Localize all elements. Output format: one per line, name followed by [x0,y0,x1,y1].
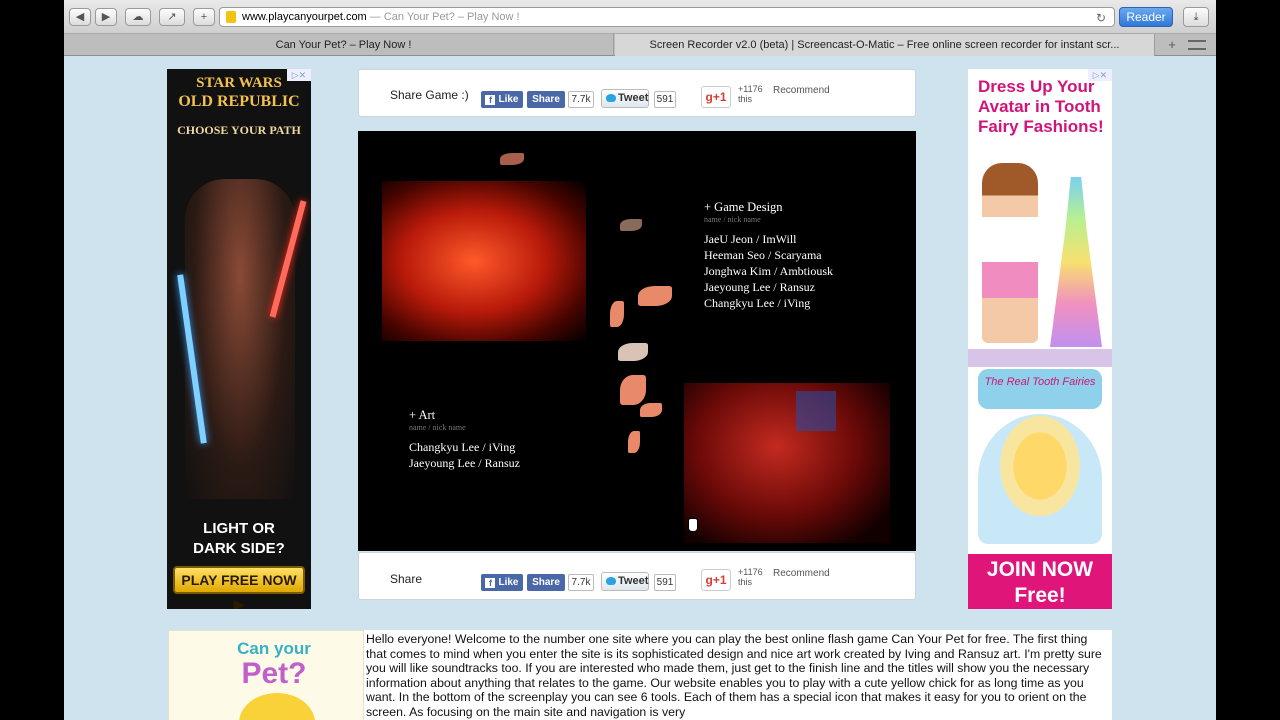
share-game-label: Share Game :) [390,88,469,102]
facebook-share-button[interactable]: Share [527,574,565,591]
tooth-fairies-logo: The Real Tooth Fairies [978,369,1102,409]
facebook-like-button[interactable]: f Like [481,91,523,108]
art-header: + Art [409,408,436,422]
rainbow-dress-image [1050,177,1102,347]
address-separator: — [366,11,384,23]
credit-line: Heeman Seo / Scaryama [704,248,822,262]
google-plus-button[interactable]: g+1 [701,86,731,108]
facebook-share-count: 7.7k [568,574,594,591]
star-wars-ad[interactable]: ▷✕ STAR WARS OLD REPUBLIC CHOOSE YOUR PA… [167,69,311,609]
tab-list-icon[interactable] [1188,40,1206,50]
share-bar-top: Share Game :) f Like Share 7.7k Tweet 591… [358,69,916,117]
facebook-icon: f [485,578,496,588]
petal-image [610,301,624,327]
google-plus-count: +1176 this [738,567,763,587]
ad-tagline: CHOOSE YOUR PATH [177,123,301,137]
hand-cursor-icon [688,518,698,532]
play-free-now-button[interactable]: PLAY FREE NOW ▶ [173,566,305,609]
downloads-button[interactable]: ⤓ [1183,7,1209,27]
facebook-share-button[interactable]: Share [527,91,565,108]
petal-image [638,286,672,306]
tweet-count: 591 [654,91,676,108]
google-plus-count: +1176 this [738,84,763,104]
game-thumbnail[interactable]: Can your Pet? [168,630,364,720]
credit-line: JaeU Jeon / ImWill [704,232,797,246]
thumbnail-line2: Pet? [241,657,307,690]
reload-icon[interactable]: ↻ [1096,9,1106,26]
credit-line: Jaeyoung Lee / Ransuz [704,280,815,294]
tooth-fairy-ad[interactable]: ▷✕ Dress Up Your Avatar in Tooth Fairy F… [968,69,1112,609]
tab-screen-recorder[interactable]: Screen Recorder v2.0 (beta) | Screencast… [615,34,1155,56]
ad-headline: Dress Up Your Avatar in Tooth Fairy Fash… [978,77,1104,136]
description-text: Hello everyone! Welcome to the number on… [366,632,1102,719]
back-button[interactable]: ◀ [69,8,91,26]
ad-title-line2: OLD REPUBLIC [178,93,300,110]
flash-game-canvas[interactable]: + Game Design name / nick name JaeU Jeon… [358,131,916,551]
art-credits: + Art name / nick name Changkyu Lee / iV… [409,407,520,471]
design-subheader: name / nick name [704,215,761,224]
credit-line: Jaeyoung Lee / Ransuz [409,456,520,470]
game-design-credits: + Game Design name / nick name JaeU Jeon… [704,199,833,311]
like-label: Like [498,577,519,588]
ad-light-or-dark: LIGHT OR DARK SIDE? [167,519,311,559]
ad-characters-image [185,179,295,499]
google-plus-button[interactable]: g+1 [701,569,731,591]
facebook-like-button[interactable]: f Like [481,574,523,591]
join-line1: JOIN NOW [986,558,1094,581]
description-section: Can your Pet? Hello everyone! Welcome to… [168,630,1112,720]
browser-toolbar: ◀ ▶ ☁ ↗ + www.playcanyourpet.com — Can Y… [64,0,1216,34]
forward-button[interactable]: ▶ [95,8,117,26]
petal-image [500,153,524,165]
recommend-label[interactable]: Recommend [773,568,830,579]
credit-line: Changkyu Lee / iVing [409,440,516,454]
petal-image [620,219,642,231]
facebook-share-count: 7.7k [568,91,594,108]
tab-bar: Can Your Pet? – Play Now ! Screen Record… [64,34,1216,56]
tweet-button[interactable]: Tweet [601,572,649,591]
avatar-girl-image [982,163,1038,343]
join-line2: Free! [1014,584,1066,607]
ad-title-line1: STAR WARS [196,75,282,91]
ad-light-line1: LIGHT OR [203,520,275,537]
yellow-chick-image [239,693,315,720]
page-content: ▷✕ STAR WARS OLD REPUBLIC CHOOSE YOUR PA… [64,57,1216,720]
browser-window: ◀ ▶ ☁ ↗ + www.playcanyourpet.com — Can Y… [64,0,1216,720]
fairy-image [978,414,1102,544]
art-subheader: name / nick name [409,423,466,432]
petal-image [628,431,640,453]
reader-button[interactable]: Reader [1119,7,1173,27]
petal-image [620,375,646,405]
petal-image [618,343,648,361]
add-bookmark-button[interactable]: + [193,8,215,26]
join-now-button[interactable]: JOIN NOW Free! [968,554,1112,609]
credit-line: Jonghwa Kim / Ambtiousk [704,264,834,278]
like-label: Like [498,94,519,105]
petal-image [640,403,662,417]
share-label: Share [390,572,423,586]
site-favicon-icon [226,11,236,23]
share-bar-bottom: Share f Like Share 7.7k Tweet 591 g+1 +11… [358,552,916,600]
tab-can-your-pet[interactable]: Can Your Pet? – Play Now ! [74,34,614,56]
ad-floor [968,349,1112,367]
red-art-image [382,181,586,341]
recommend-label[interactable]: Recommend [773,85,830,96]
tweet-count: 591 [654,574,676,591]
credit-line: Changkyu Lee / iVing [704,296,811,310]
tweet-button[interactable]: Tweet [601,89,649,108]
address-page-title: Can Your Pet? – Play Now ! [383,11,520,23]
address-url: www.playcanyourpet.com [242,11,367,23]
ad-light-line2: DARK SIDE? [193,540,285,557]
design-header: + Game Design [704,200,783,214]
address-bar[interactable]: www.playcanyourpet.com — Can Your Pet? –… [219,7,1115,27]
facebook-icon: f [485,95,496,105]
icloud-tabs-button[interactable]: ☁ [125,8,151,26]
share-page-button[interactable]: ↗ [159,8,185,26]
new-tab-button[interactable]: + [1159,34,1185,56]
dark-art-image [684,383,890,543]
